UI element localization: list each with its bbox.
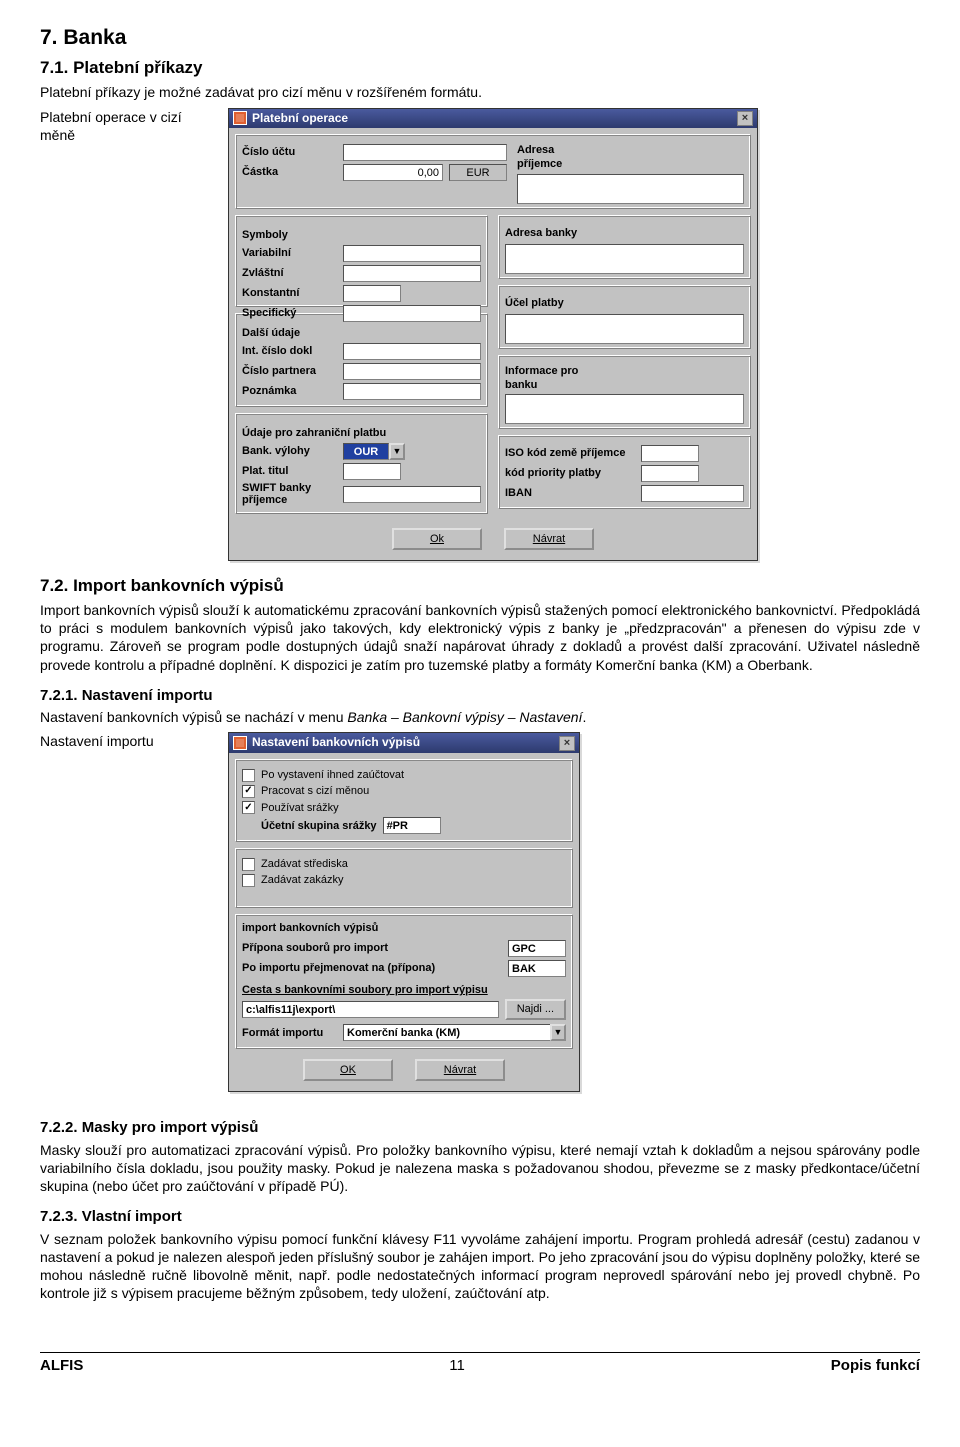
heading-7-2-1: 7.2.1. Nastavení importu xyxy=(40,686,920,706)
caption-platebni-operace: Platební operace v cizí měně xyxy=(40,108,210,144)
display-currency: EUR xyxy=(449,164,507,181)
para-7-2-1: Nastavení bankovních výpisů se nachází v… xyxy=(40,708,920,726)
input-cesta[interactable]: c:\alfis11j\export\ xyxy=(242,1001,499,1018)
input-po-importu[interactable]: BAK xyxy=(508,960,566,977)
heading-7-1: 7.1. Platební příkazy xyxy=(40,57,920,79)
input-iso-kod[interactable] xyxy=(641,445,699,462)
footer-right: Popis funkcí xyxy=(831,1356,920,1376)
input-cislo-partnera[interactable] xyxy=(343,363,481,380)
lbl-adresa-prijemce: Adresa příjemce xyxy=(517,143,602,172)
input-zvlastni[interactable] xyxy=(343,265,481,282)
dialog-nastaveni-vypisu: Nastavení bankovních výpisů × Po vystave… xyxy=(228,732,580,1092)
lbl-format-importu: Formát importu xyxy=(242,1026,337,1040)
checkbox-po-vystaveni[interactable] xyxy=(242,769,255,782)
dialog1-title: Platební operace xyxy=(252,111,348,127)
lbl-cislo-uctu: Číslo účtu xyxy=(242,145,337,159)
checkbox-cizi-mena[interactable] xyxy=(242,785,255,798)
input-ucetni-skupina[interactable]: #PR xyxy=(383,817,441,834)
input-swift[interactable] xyxy=(343,486,481,503)
lbl-iban: IBAN xyxy=(505,486,635,500)
para-7-2-2: Masky slouží pro automatizaci zpracování… xyxy=(40,1141,920,1196)
lbl-ucel-platby: Účel platby xyxy=(505,296,590,310)
lbl-ucetni-skupina: Účetní skupina srážky xyxy=(261,819,377,833)
lbl-specificky: Specifický xyxy=(242,306,337,320)
heading-7: 7. Banka xyxy=(40,24,920,51)
input-ucel-platby[interactable] xyxy=(505,314,744,344)
close-icon[interactable]: × xyxy=(737,111,753,126)
input-iban[interactable] xyxy=(641,485,744,502)
para-7-2-3: V seznam položek bankovního výpisu pomoc… xyxy=(40,1230,920,1303)
checkbox-srazky[interactable] xyxy=(242,801,255,814)
input-adresa-prijemce[interactable] xyxy=(517,174,744,204)
input-cislo-uctu[interactable] xyxy=(343,144,507,161)
footer-left: ALFIS xyxy=(40,1356,83,1376)
checkbox-zakazky[interactable] xyxy=(242,874,255,887)
lbl-swift: SWIFT banky příjemce xyxy=(242,482,337,506)
input-int-cislo[interactable] xyxy=(343,343,481,360)
dialog2-titlebar: Nastavení bankovních výpisů × xyxy=(229,733,579,753)
dialog-platebni-operace: Platební operace × Číslo účtu Částka xyxy=(228,108,758,561)
lbl-po-vystaveni: Po vystavení ihned zaúčtovat xyxy=(261,768,404,782)
lbl-kod-priority: kód priority platby xyxy=(505,466,635,480)
input-kod-priority[interactable] xyxy=(641,465,699,482)
heading-7-2: 7.2. Import bankovních výpisů xyxy=(40,575,920,597)
input-variabilni[interactable] xyxy=(343,245,481,262)
lbl-zahranicni: Údaje pro zahraniční platbu xyxy=(242,426,481,440)
para-7-1: Platební příkazy je možné zadávat pro ci… xyxy=(40,83,920,101)
lbl-import-section: import bankovních výpisů xyxy=(242,921,566,935)
lbl-info-banku: Informace pro banku xyxy=(505,364,590,393)
lbl-variabilni: Variabilní xyxy=(242,246,337,260)
checkbox-strediska[interactable] xyxy=(242,858,255,871)
najdi-button[interactable]: Najdi ... xyxy=(505,999,566,1019)
input-poznamka[interactable] xyxy=(343,383,481,400)
navrat-button[interactable]: Návrat xyxy=(504,528,594,550)
dropdown-icon[interactable]: ▼ xyxy=(389,443,405,460)
lbl-zakazky: Zadávat zakázky xyxy=(261,873,344,887)
page-footer: ALFIS 11 Popis funkcí xyxy=(40,1352,920,1376)
lbl-cesta-soubory: Cesta s bankovními soubory pro import vý… xyxy=(242,983,566,997)
para-7-2: Import bankovních výpisů slouží k automa… xyxy=(40,601,920,674)
close-icon[interactable]: × xyxy=(559,736,575,751)
ok-button[interactable]: Ok xyxy=(392,528,482,550)
input-adresa-banky[interactable] xyxy=(505,244,744,274)
lbl-symboly: Symboly xyxy=(242,228,481,242)
lbl-adresa-banky: Adresa banky xyxy=(505,226,590,240)
ok-button[interactable]: OK xyxy=(303,1059,393,1081)
lbl-bank-vylohy: Bank. výlohy xyxy=(242,444,337,458)
caption-nastaveni-importu: Nastavení importu xyxy=(40,732,210,750)
lbl-plat-titul: Plat. titul xyxy=(242,464,337,478)
heading-7-2-3: 7.2.3. Vlastní import xyxy=(40,1207,920,1227)
footer-page-number: 11 xyxy=(449,1356,465,1376)
input-konstantni[interactable] xyxy=(343,285,401,302)
dropdown-icon[interactable]: ▼ xyxy=(550,1024,566,1041)
lbl-zvlastni: Zvláštní xyxy=(242,266,337,280)
input-info-banku[interactable] xyxy=(505,394,744,424)
dialog2-title: Nastavení bankovních výpisů xyxy=(252,735,420,751)
lbl-strediska: Zadávat střediska xyxy=(261,857,348,871)
lbl-cizi-mena: Pracovat s cizí měnou xyxy=(261,784,369,798)
lbl-dalsi-udaje: Další údaje xyxy=(242,326,481,340)
lbl-pripona-import: Přípona souborů pro import xyxy=(242,941,502,955)
app-logo-icon xyxy=(233,111,247,125)
input-specificky[interactable] xyxy=(343,305,481,322)
lbl-int-cislo: Int. číslo dokl xyxy=(242,344,337,358)
heading-7-2-2: 7.2.2. Masky pro import výpisů xyxy=(40,1118,920,1138)
input-castka[interactable]: 0,00 xyxy=(343,164,443,181)
lbl-po-importu: Po importu přejmenovat na (přípona) xyxy=(242,961,502,975)
dialog1-titlebar: Platební operace × xyxy=(229,109,757,129)
app-logo-icon xyxy=(233,736,247,750)
lbl-konstantni: Konstantní xyxy=(242,286,337,300)
navrat-button[interactable]: Návrat xyxy=(415,1059,505,1081)
input-plat-titul[interactable] xyxy=(343,463,401,480)
input-pripona-import[interactable]: GPC xyxy=(508,940,566,957)
lbl-srazky: Používat srážky xyxy=(261,801,339,815)
select-bank-vylohy[interactable]: OUR xyxy=(343,443,389,460)
lbl-iso-kod: ISO kód země příjemce xyxy=(505,446,635,460)
lbl-poznamka: Poznámka xyxy=(242,384,337,398)
lbl-cislo-partnera: Číslo partnera xyxy=(242,364,337,378)
lbl-castka: Částka xyxy=(242,165,337,179)
select-format-importu[interactable]: Komerční banka (KM) xyxy=(343,1024,550,1041)
